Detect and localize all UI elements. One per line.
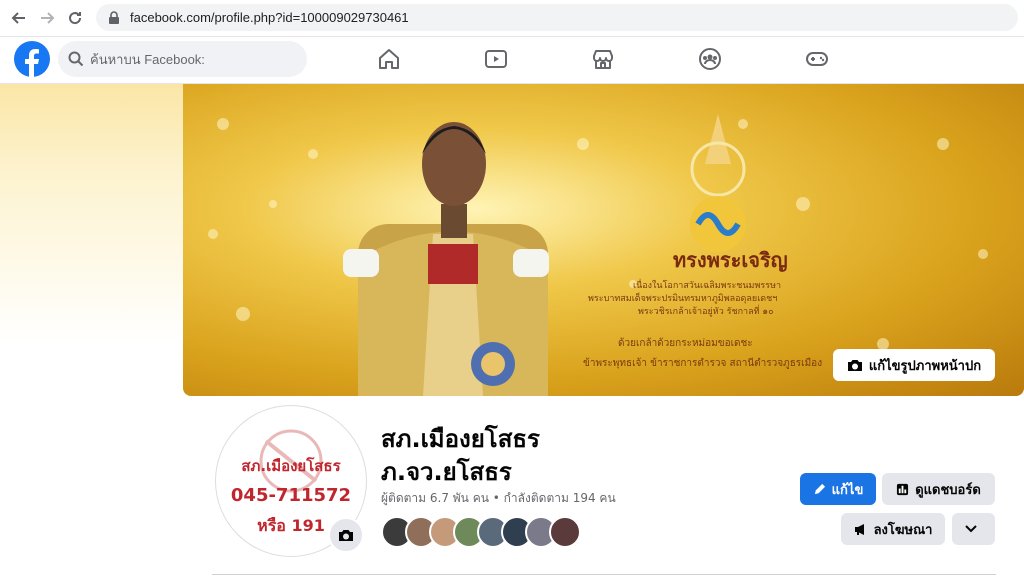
facebook-logo-icon[interactable] bbox=[14, 41, 50, 77]
follower-avatars[interactable] bbox=[381, 516, 591, 548]
advertise-label: ลงโฆษณา bbox=[873, 522, 933, 538]
home-icon[interactable] bbox=[377, 47, 401, 71]
cover-title-text: ทรงพระเจริญ bbox=[673, 248, 788, 272]
marketplace-icon[interactable] bbox=[591, 47, 615, 71]
page-title-line-2: ภ.จว.ยโสธร bbox=[381, 458, 512, 486]
divider bbox=[212, 574, 996, 575]
follower-stats[interactable]: ผู้ติดตาม 6.7 พัน คน • กำลังติดตาม 194 ค… bbox=[381, 489, 616, 508]
more-options-button[interactable] bbox=[952, 513, 995, 545]
gaming-icon[interactable] bbox=[805, 47, 829, 71]
avatar-text-1: สภ.เมืองยโสธร bbox=[241, 457, 341, 475]
edit-cover-button[interactable]: แก้ไขรูปภาพหน้าปก bbox=[833, 349, 995, 381]
search-input[interactable]: ค้นหาบน Facebook: bbox=[58, 41, 307, 77]
cover-line-1: เนื่องในโอกาสวันเฉลิมพระชนมพรรษา bbox=[633, 278, 781, 291]
edit-page-button[interactable]: แก้ไข bbox=[800, 473, 876, 505]
search-placeholder: ค้นหาบน Facebook: bbox=[90, 51, 205, 67]
url-text: facebook.com/profile.php?id=100009029730… bbox=[130, 10, 409, 25]
forward-icon[interactable] bbox=[36, 7, 58, 29]
groups-icon[interactable] bbox=[698, 47, 722, 71]
watch-icon[interactable] bbox=[484, 47, 508, 71]
pencil-icon bbox=[814, 483, 825, 494]
avatar-text-2: 045-711572 bbox=[230, 485, 352, 506]
chevron-down-icon bbox=[964, 525, 977, 533]
cover-line-3: พระวชิรเกล้าเจ้าอยู่หัว รัชกาลที่ ๑๐ bbox=[638, 304, 774, 317]
facebook-header: ค้นหาบน Facebook: bbox=[0, 37, 1024, 84]
cover-side-gradient bbox=[0, 84, 183, 344]
dashboard-icon bbox=[897, 483, 909, 495]
royal-emblem bbox=[690, 114, 746, 252]
cover-line-4: ด้วยเกล้าด้วยกระหม่อมขอเดชะ bbox=[618, 337, 753, 349]
edit-label: แก้ไข bbox=[831, 482, 864, 498]
update-avatar-camera-icon[interactable] bbox=[328, 517, 364, 553]
back-icon[interactable] bbox=[8, 7, 30, 29]
edit-cover-label: แก้ไขรูปภาพหน้าปก bbox=[868, 358, 982, 374]
cover-line-2: พระบาทสมเด็จพระปรมินทรมหาภูมิพลอดุลยเดชฯ bbox=[588, 291, 777, 304]
cover-line-5: ข้าพระพุทธเจ้า ข้าราชการตำรวจ สถานีตำรวจ… bbox=[583, 357, 822, 369]
address-bar[interactable]: facebook.com/profile.php?id=100009029730… bbox=[96, 4, 1018, 31]
camera-icon bbox=[847, 358, 863, 372]
reload-icon[interactable] bbox=[64, 7, 86, 29]
lock-icon bbox=[108, 10, 122, 25]
dashboard-label: ดูแดชบอร์ด bbox=[915, 482, 981, 498]
browser-toolbar: facebook.com/profile.php?id=100009029730… bbox=[0, 0, 1024, 37]
portrait-figure bbox=[343, 122, 549, 396]
follower-avatar[interactable] bbox=[549, 516, 581, 548]
dashboard-button[interactable]: ดูแดชบอร์ด bbox=[882, 473, 995, 505]
advertise-button[interactable]: ลงโฆษณา bbox=[841, 513, 945, 545]
search-icon bbox=[68, 51, 84, 67]
megaphone-icon bbox=[854, 523, 864, 535]
